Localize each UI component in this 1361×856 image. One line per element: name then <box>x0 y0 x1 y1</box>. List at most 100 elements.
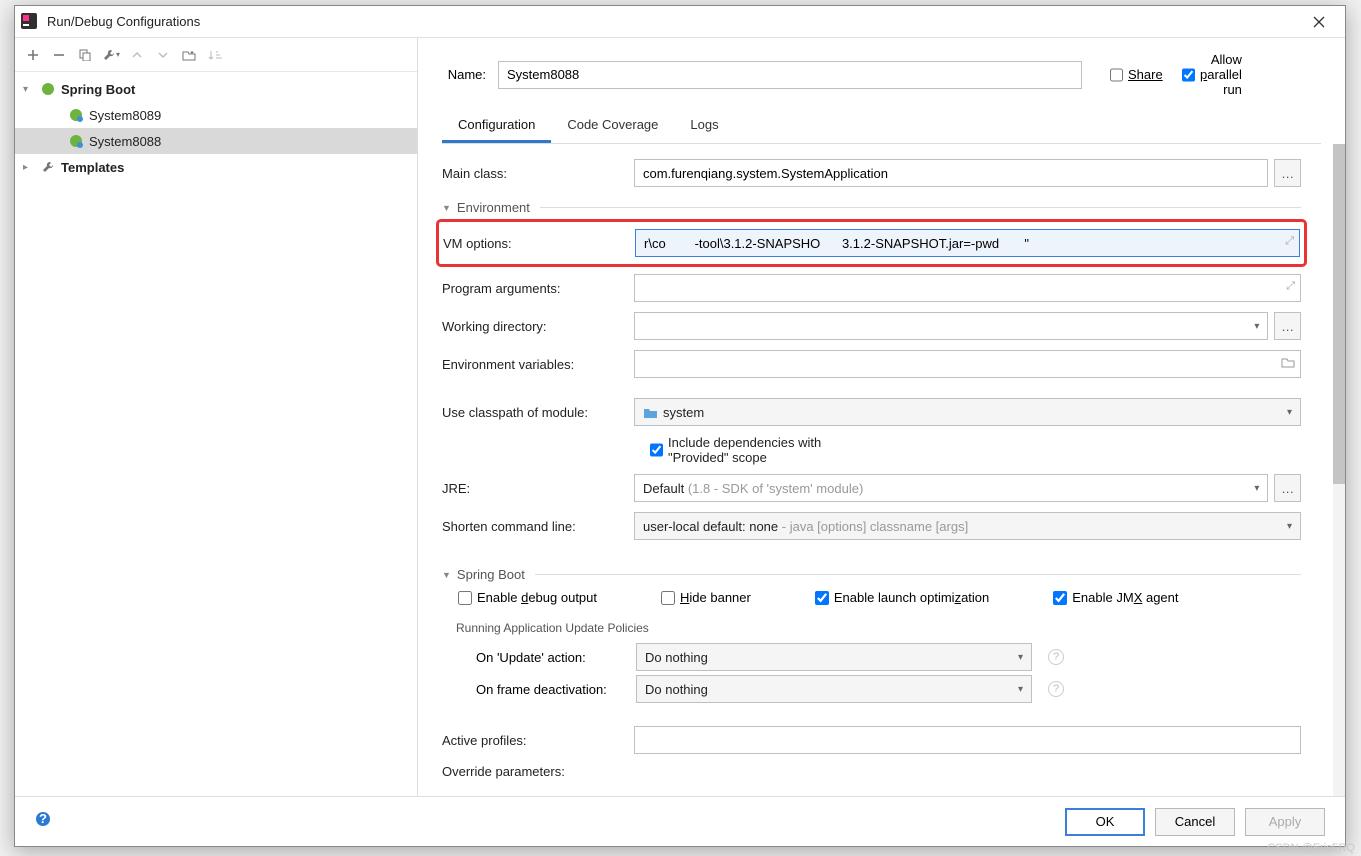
classpath-label: Use classpath of module: <box>442 405 634 420</box>
env-vars-input[interactable] <box>634 350 1301 378</box>
watermark: CSDN @EricFRQ <box>1267 842 1355 854</box>
include-provided-checkbox[interactable]: Include dependencies with "Provided" sco… <box>650 435 842 465</box>
tabs: Configuration Code Coverage Logs <box>442 107 1321 144</box>
cancel-button[interactable]: Cancel <box>1155 808 1235 836</box>
sort-icon <box>208 49 222 61</box>
expand-icon[interactable]: ⤢ <box>1285 235 1294 248</box>
wrench-icon <box>102 48 116 62</box>
sort-button[interactable] <box>203 43 227 67</box>
name-input[interactable] <box>498 61 1082 89</box>
spring-icon <box>67 134 85 148</box>
vm-options-label: VM options: <box>443 236 635 251</box>
environment-section[interactable]: ▼ Environment <box>442 200 1301 215</box>
chevron-down-icon: ▾ <box>1254 483 1259 494</box>
classpath-combo[interactable]: system ▾ <box>634 398 1301 426</box>
chevron-down-icon: ▾ <box>1287 407 1292 418</box>
plus-icon <box>27 49 39 61</box>
chevron-down-icon: ▾ <box>1018 684 1023 695</box>
browse-main-class-button[interactable]: … <box>1274 159 1301 187</box>
add-button[interactable] <box>21 43 45 67</box>
move-up-button[interactable] <box>125 43 149 67</box>
help-icon: ? <box>35 811 51 827</box>
vertical-scrollbar[interactable] <box>1333 144 1345 796</box>
ok-button[interactable]: OK <box>1065 808 1145 836</box>
enable-launch-checkbox[interactable]: Enable launch optimization <box>815 590 989 605</box>
browse-jre-button[interactable]: … <box>1274 474 1301 502</box>
chevron-up-icon <box>132 50 142 60</box>
jre-combo[interactable]: Default (1.8 - SDK of 'system' module) ▾ <box>634 474 1268 502</box>
run-debug-dialog: Run/Debug Configurations ▾ <box>14 5 1346 847</box>
help-icon[interactable]: ? <box>1048 681 1064 697</box>
tree-label: Spring Boot <box>61 82 135 97</box>
chevron-right-icon: ▸ <box>23 162 39 173</box>
wrench-icon <box>39 160 57 174</box>
working-dir-label: Working directory: <box>442 319 634 334</box>
main-class-label: Main class: <box>442 166 634 181</box>
active-profiles-input[interactable] <box>634 726 1301 754</box>
update-policies-label: Running Application Update Policies <box>456 621 1301 635</box>
edit-defaults-button[interactable]: ▾ <box>99 43 123 67</box>
svg-text:?: ? <box>39 811 47 826</box>
dialog-footer: ? OK Cancel Apply <box>15 796 1345 846</box>
tree-node-templates[interactable]: ▸ Templates <box>15 154 417 180</box>
chevron-down-icon: ▼ <box>442 570 451 580</box>
on-frame-label: On frame deactivation: <box>456 682 636 697</box>
on-update-label: On 'Update' action: <box>456 650 636 665</box>
on-update-combo[interactable]: Do nothing▾ <box>636 643 1032 671</box>
share-checkbox[interactable]: Share <box>1110 67 1154 82</box>
tab-code-coverage[interactable]: Code Coverage <box>551 107 674 143</box>
allow-parallel-checkbox[interactable]: Allow parallel run <box>1182 52 1226 97</box>
section-label: Spring Boot <box>457 567 525 582</box>
tree-label: System8089 <box>89 108 161 123</box>
shorten-cmd-label: Shorten command line: <box>442 519 634 534</box>
working-dir-combo[interactable]: ▾ <box>634 312 1268 340</box>
config-tree[interactable]: ▾ Spring Boot System8089 System8088 ▸ <box>15 72 417 796</box>
tab-configuration[interactable]: Configuration <box>442 107 551 143</box>
scrollbar-thumb[interactable] <box>1333 144 1345 484</box>
chevron-down-icon <box>158 50 168 60</box>
browse-envvars-icon[interactable] <box>1281 356 1295 371</box>
remove-button[interactable] <box>47 43 71 67</box>
folder-button[interactable] <box>177 43 201 67</box>
tree-node-system8088[interactable]: System8088 <box>15 128 417 154</box>
intellij-logo-icon <box>21 13 39 31</box>
program-args-label: Program arguments: <box>442 281 634 296</box>
expand-icon[interactable]: ⤢ <box>1286 280 1295 293</box>
spring-icon <box>67 108 85 122</box>
copy-button[interactable] <box>73 43 97 67</box>
tree-label: System8088 <box>89 134 161 149</box>
vm-options-input[interactable] <box>635 229 1300 257</box>
chevron-down-icon: ▾ <box>1254 321 1259 332</box>
tree-label: Templates <box>61 160 124 175</box>
name-label: Name: <box>442 67 486 82</box>
shorten-combo[interactable]: user-local default: none - java [options… <box>634 512 1301 540</box>
tab-logs[interactable]: Logs <box>674 107 734 143</box>
titlebar: Run/Debug Configurations <box>15 6 1345 38</box>
enable-jmx-checkbox[interactable]: Enable JMX agent <box>1053 590 1178 605</box>
program-args-input[interactable] <box>634 274 1301 302</box>
minus-icon <box>53 49 65 61</box>
close-icon <box>1313 16 1325 28</box>
tree-node-spring-boot[interactable]: ▾ Spring Boot <box>15 76 417 102</box>
chevron-down-icon: ▾ <box>1287 521 1292 532</box>
on-frame-combo[interactable]: Do nothing▾ <box>636 675 1032 703</box>
main-class-input[interactable] <box>634 159 1268 187</box>
hide-banner-checkbox[interactable]: Hide banner <box>661 590 751 605</box>
vm-options-highlight: VM options: ⤢ <box>436 219 1307 267</box>
chevron-down-icon: ▾ <box>23 84 39 95</box>
help-icon[interactable]: ? <box>1048 649 1064 665</box>
browse-workdir-button[interactable]: … <box>1274 312 1301 340</box>
close-button[interactable] <box>1299 8 1339 36</box>
tree-toolbar: ▾ <box>15 38 417 72</box>
enable-debug-checkbox[interactable]: Enable debug output <box>458 590 597 605</box>
apply-button[interactable]: Apply <box>1245 808 1325 836</box>
right-panel: Name: Share Allow parallel run Configura… <box>418 38 1345 796</box>
config-form: Main class: … ▼ Environment VM opti <box>418 144 1333 796</box>
override-params-label: Override parameters: <box>442 764 634 779</box>
help-button[interactable]: ? <box>35 811 51 832</box>
spring-icon <box>39 82 57 96</box>
tree-node-system8089[interactable]: System8089 <box>15 102 417 128</box>
move-down-button[interactable] <box>151 43 175 67</box>
spring-boot-section[interactable]: ▼ Spring Boot <box>442 567 1301 582</box>
jre-label: JRE: <box>442 481 634 496</box>
